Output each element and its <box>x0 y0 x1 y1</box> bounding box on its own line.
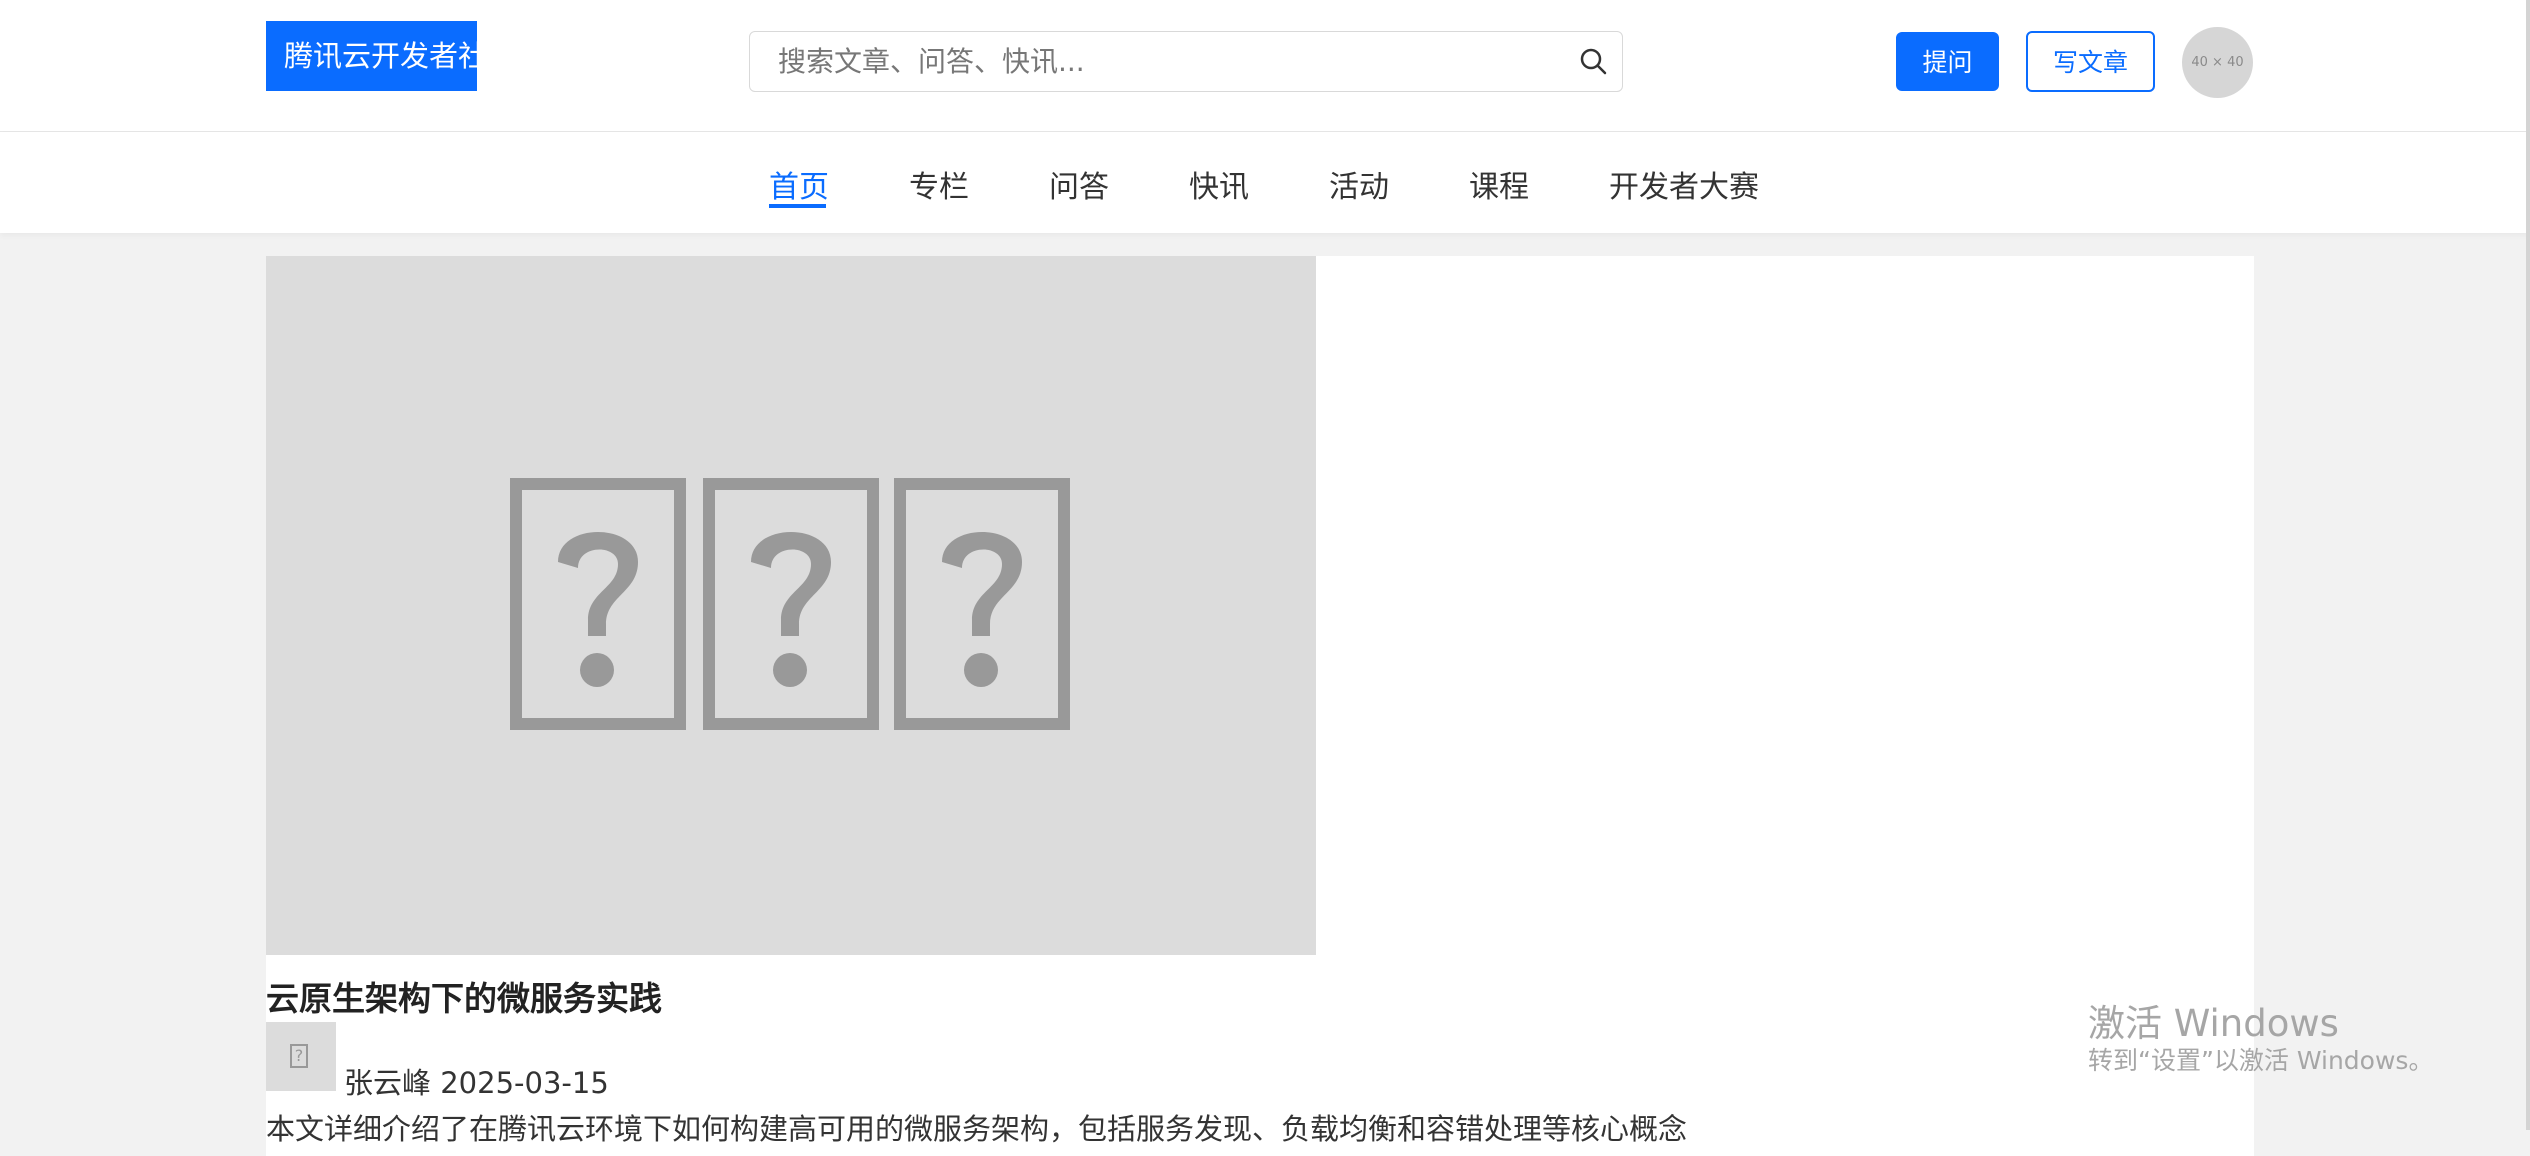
ask-question-button[interactable]: 提问 <box>1896 32 1999 91</box>
write-article-button[interactable]: 写文章 <box>2026 31 2155 92</box>
avatar[interactable]: 40 × 40 <box>2182 27 2253 98</box>
nav-item-news[interactable]: 快讯 <box>1189 162 1249 206</box>
missing-glyph-icon <box>894 478 1070 730</box>
vertical-scrollbar[interactable] <box>2526 0 2530 1130</box>
search-input[interactable] <box>750 32 1540 91</box>
search-icon[interactable] <box>1578 46 1610 78</box>
author-name[interactable]: 张云峰 <box>344 1066 431 1100</box>
main-nav: 首页 专栏 问答 快讯 活动 课程 开发者大赛 <box>0 132 2530 233</box>
nav-item-events[interactable]: 活动 <box>1329 162 1389 206</box>
nav-item-home[interactable]: 首页 <box>769 162 829 206</box>
nav-item-qa[interactable]: 问答 <box>1049 162 1109 206</box>
nav-item-dev-contest[interactable]: 开发者大赛 <box>1609 162 1759 206</box>
article-summary: 本文详细介绍了在腾讯云环境下如何构建高可用的微服务架构，包括服务发现、负载均衡和… <box>266 1112 1688 1146</box>
article-card[interactable]: 云原生架构下的微服务实践 ? 张云峰 2025-03-15 本文详细介绍了在腾讯… <box>266 256 2254 1156</box>
active-tab-underline <box>769 204 826 208</box>
broken-image-icon: ? <box>290 1044 308 1068</box>
missing-glyph-icon <box>510 478 686 730</box>
top-header: 腾讯云开发者社 提问 写文章 40 × 40 <box>0 0 2530 132</box>
activation-watermark-title: 激活 Windows <box>2088 1002 2339 1045</box>
article-meta: 张云峰 2025-03-15 <box>344 1060 609 1102</box>
search-box[interactable] <box>749 31 1623 92</box>
nav-item-columns[interactable]: 专栏 <box>909 162 969 206</box>
author-avatar: ? <box>266 1022 336 1091</box>
missing-glyph-icon <box>703 478 879 730</box>
publish-date: 2025-03-15 <box>440 1066 609 1100</box>
activation-watermark-subtitle: 转到“设置”以激活 Windows。 <box>2088 1046 2434 1075</box>
nav-item-courses[interactable]: 课程 <box>1469 162 1529 206</box>
site-logo[interactable]: 腾讯云开发者社 <box>266 21 477 91</box>
article-title[interactable]: 云原生架构下的微服务实践 <box>266 972 662 1020</box>
article-cover-image[interactable] <box>266 256 1316 955</box>
